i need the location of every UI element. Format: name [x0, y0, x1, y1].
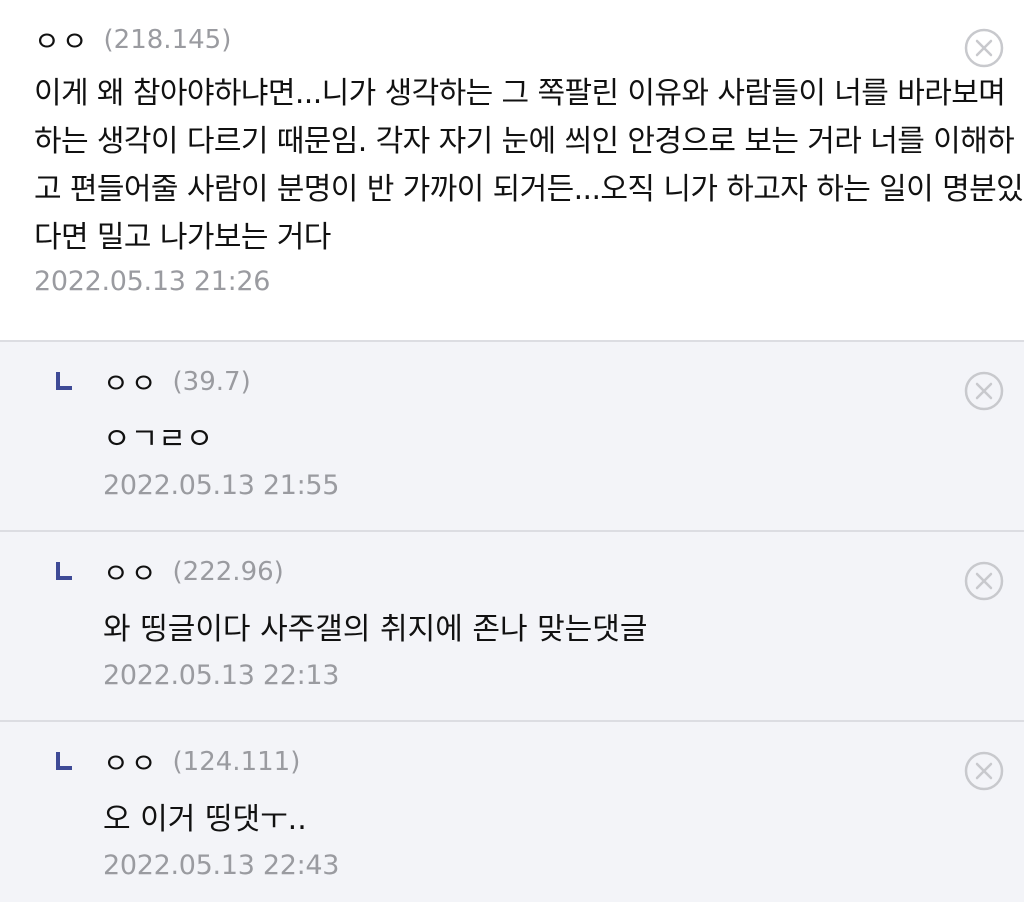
reply-text: ㅇㄱㄹㅇ	[103, 422, 214, 457]
reply-date: 2022.05.13 21:55	[103, 470, 340, 501]
delete-comment-button[interactable]	[964, 28, 1004, 68]
reply-comment: ㅇㅇ (124.111) 오 이거 띵댓ㅜ.. 2022.05.13 22:43	[0, 720, 1024, 902]
close-circle-icon	[964, 28, 1004, 68]
reply-arrow-icon	[56, 752, 72, 770]
reply-comment: ㅇㅇ (222.96) 와 띵글이다 사주갤의 취지에 존나 맞는댓글 2022…	[0, 530, 1024, 720]
reply-ip: (39.7)	[172, 367, 251, 397]
reply-date: 2022.05.13 22:13	[103, 660, 340, 691]
reply-comment: ㅇㅇ (39.7) ㅇㄱㄹㅇ 2022.05.13 21:55	[0, 340, 1024, 530]
close-circle-icon	[964, 561, 1004, 601]
close-circle-icon	[964, 751, 1004, 791]
comment-nickname[interactable]: ㅇㅇ	[34, 20, 90, 60]
delete-reply-button[interactable]	[964, 561, 1004, 601]
reply-ip: (124.111)	[172, 747, 301, 777]
delete-reply-button[interactable]	[964, 751, 1004, 791]
reply-text: 와 띵글이다 사주갤의 취지에 존나 맞는댓글	[103, 612, 648, 647]
comment-text: 이게 왜 참아야하냐면...니가 생각하는 그 쪽팔린 이유와 사람들이 너를 …	[34, 76, 1024, 255]
reply-nickname[interactable]: ㅇㅇ	[103, 742, 159, 782]
delete-reply-button[interactable]	[964, 371, 1004, 411]
reply-header: ㅇㅇ (222.96)	[103, 552, 944, 592]
close-circle-icon	[964, 371, 1004, 411]
reply-nickname[interactable]: ㅇㅇ	[103, 552, 159, 592]
comment: ㅇㅇ (218.145) 이게 왜 참아야하냐면...니가 생각하는 그 쪽팔린…	[0, 0, 1024, 340]
reply-header: ㅇㅇ (124.111)	[103, 742, 944, 782]
reply-text: 오 이거 띵댓ㅜ..	[103, 802, 307, 837]
reply-nickname[interactable]: ㅇㅇ	[103, 362, 159, 402]
comment-date: 2022.05.13 21:26	[34, 266, 271, 297]
comment-header: ㅇㅇ (218.145)	[34, 20, 1024, 60]
reply-arrow-icon	[56, 562, 72, 580]
reply-ip: (222.96)	[172, 557, 284, 587]
comment-ip: (218.145)	[103, 25, 232, 55]
reply-date: 2022.05.13 22:43	[103, 850, 340, 881]
reply-arrow-icon	[56, 372, 72, 390]
reply-header: ㅇㅇ (39.7)	[103, 362, 944, 402]
